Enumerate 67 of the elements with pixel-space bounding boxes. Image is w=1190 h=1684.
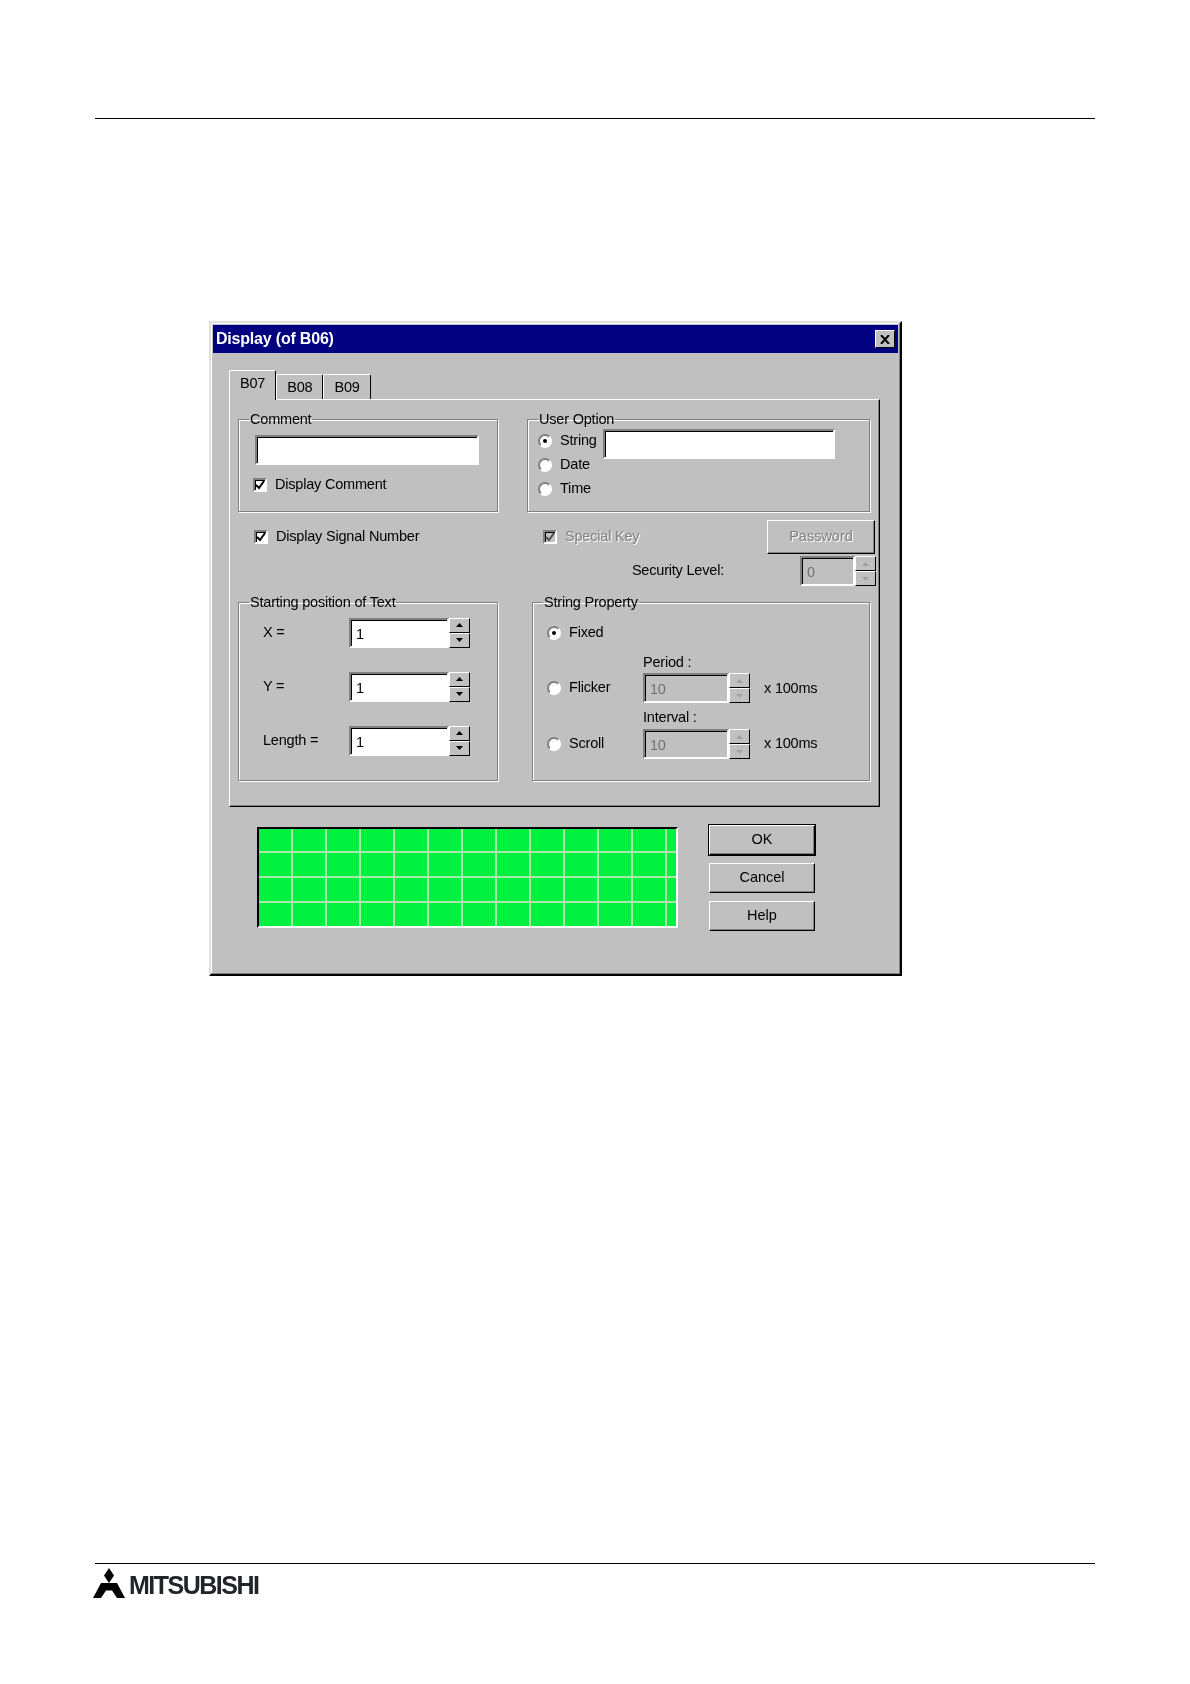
spin-field[interactable]: 1 [349,671,449,702]
spin-up-button[interactable] [449,617,470,633]
up-triangle-icon [456,677,463,681]
field-label: Length = [263,730,320,750]
spin-up-button[interactable] [855,556,876,571]
close-icon [880,334,890,344]
field-label: X = [263,622,286,642]
group-title: String Property [543,595,639,610]
radio-label: Time [560,478,591,498]
checkbox[interactable] [253,477,267,492]
dialog-button[interactable]: OK [709,825,815,855]
up-triangle-icon [736,678,743,683]
down-triangle-icon [456,746,463,750]
up-triangle-icon [862,561,869,566]
radio-button[interactable] [538,457,552,472]
spin-down-button[interactable] [855,571,876,586]
up-triangle-icon [736,734,743,739]
spin-field[interactable]: 1 [349,725,449,756]
checkbox[interactable] [254,530,268,544]
radio-button[interactable] [538,481,552,496]
radio-label: Date [560,454,590,474]
check-icon [256,532,266,542]
spin-down-button[interactable] [729,744,750,759]
field-label: Y = [263,676,286,696]
down-triangle-icon [456,638,463,642]
logo-icon [93,1568,125,1598]
spin-up-button[interactable] [449,671,470,687]
dialog-button[interactable]: Help [709,901,815,931]
down-triangle-icon [736,749,743,754]
field-label: Interval : [643,708,698,728]
check-icon [545,532,555,542]
checkbox-label: Display Signal Number [276,527,420,547]
string-field[interactable] [602,428,835,459]
checkbox-label: Display Comment [275,474,387,494]
checkbox-label: Special Key [565,527,640,547]
spin-up-button[interactable] [729,673,750,689]
tab[interactable]: B09 [323,374,371,399]
comment-field[interactable] [255,434,479,465]
unit-label: x 100ms [764,678,818,698]
field-label: Period : [643,652,693,672]
radio-button[interactable] [547,625,561,640]
up-triangle-icon [456,623,463,627]
down-triangle-icon [736,693,743,698]
spin-field[interactable]: 1 [349,617,449,648]
group-title: Starting position of Text [249,595,397,610]
radio-button[interactable] [538,433,552,448]
dialog-button[interactable]: Cancel [709,863,815,893]
radio-label: Flicker [569,678,611,698]
down-triangle-icon [456,692,463,696]
radio-label: Scroll [569,734,605,754]
group-title: Comment [249,412,313,427]
tab[interactable]: B08 [276,374,324,399]
window-title: Display (of B06) [216,329,334,349]
down-triangle-icon [862,576,869,581]
radio-label: String [560,430,597,450]
close-button[interactable] [875,330,895,348]
tab[interactable]: B07 [229,370,277,400]
unit-label: x 100ms [764,734,818,754]
check-icon [255,479,265,490]
spin-down-button[interactable] [729,688,750,704]
up-triangle-icon [456,731,463,735]
spin-up-button[interactable] [729,729,750,744]
field-label: Security Level: [631,561,724,581]
logo-text: MITSUBISHI [129,1573,259,1598]
group-title: User Option [538,412,616,427]
radio-label: Fixed [569,622,604,642]
spin-up-button[interactable] [449,725,470,741]
